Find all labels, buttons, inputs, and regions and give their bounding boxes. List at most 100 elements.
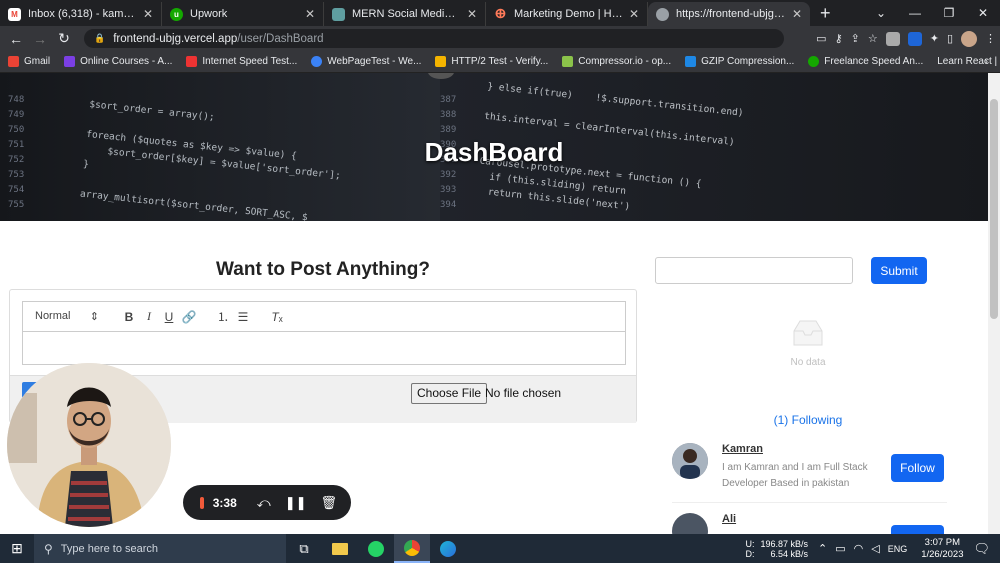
window-close-icon[interactable]: ✕ bbox=[966, 6, 1000, 20]
hero-banner: 748 749 750 751 752 753 754 755 $sort_order = a… bbox=[0, 73, 988, 221]
gmail-icon bbox=[8, 56, 19, 67]
minimize-icon[interactable]: — bbox=[898, 6, 932, 20]
bookmark-online-courses[interactable]: Online Courses - A... bbox=[64, 56, 172, 67]
tab-mern-app[interactable]: MERN Social Media App ✕ bbox=[324, 2, 486, 26]
bookmark-compressor[interactable]: Compressor.io - op... bbox=[562, 56, 671, 67]
tab-search-icon[interactable]: ⌄ bbox=[864, 6, 898, 20]
ordered-list-icon[interactable]: ⒈ bbox=[213, 308, 233, 325]
post-editor[interactable] bbox=[22, 332, 626, 365]
tab-dashboard[interactable]: https://frontend-ubjg.vercel.a ✕ bbox=[648, 2, 810, 26]
share-icon[interactable]: ⇪ bbox=[851, 32, 860, 45]
submit-button[interactable]: Submit bbox=[871, 257, 927, 284]
link-icon[interactable]: 🔗 bbox=[179, 310, 199, 324]
user-name[interactable]: Kamran bbox=[722, 443, 763, 455]
puzzle-icon[interactable]: ✦ bbox=[930, 32, 939, 45]
code-line-number: 749 bbox=[8, 110, 25, 120]
divider bbox=[672, 502, 947, 503]
bookmark-http2[interactable]: HTTP/2 Test - Verify... bbox=[435, 56, 548, 67]
close-icon[interactable]: ✕ bbox=[143, 7, 153, 21]
tab-upwork[interactable]: u Upwork ✕ bbox=[162, 2, 324, 26]
chevron-right-icon[interactable]: › bbox=[985, 56, 988, 67]
upwork-icon: u bbox=[170, 7, 183, 21]
facebook-ext-icon[interactable] bbox=[885, 31, 900, 46]
url-bar[interactable]: 🔒 frontend-ubjg.vercel.app/user/DashBoar… bbox=[84, 29, 784, 48]
tab-title: Marketing Demo | HubSpot bbox=[514, 8, 623, 20]
key-icon[interactable]: ⚷ bbox=[835, 32, 843, 45]
reload-icon[interactable]: ↻ bbox=[52, 30, 76, 47]
restore-icon[interactable]: ❐ bbox=[932, 6, 966, 20]
edge-icon[interactable] bbox=[430, 534, 466, 563]
search-input[interactable] bbox=[655, 257, 853, 284]
no-data-text: No data bbox=[790, 357, 826, 368]
wifi-icon[interactable]: ◠ bbox=[854, 542, 864, 555]
page-scrollbar[interactable] bbox=[988, 73, 1000, 534]
bookmark-freelance[interactable]: Freelance Speed An... bbox=[808, 56, 923, 67]
record-timer: 3:38 bbox=[212, 495, 237, 510]
tab-gmail[interactable]: M Inbox (6,318) - kamranaliz4! ✕ bbox=[0, 2, 162, 26]
close-icon[interactable]: ✕ bbox=[467, 7, 477, 21]
undo-icon[interactable]: ⤺ bbox=[257, 495, 271, 511]
following-count[interactable]: (1) Following bbox=[748, 413, 868, 427]
battery-icon[interactable]: ▭ bbox=[835, 542, 845, 555]
taskbar-search[interactable]: ⚲ Type here to search bbox=[34, 534, 286, 563]
underline-button[interactable]: U bbox=[159, 310, 179, 324]
blue-ext-icon[interactable] bbox=[907, 31, 922, 46]
avatar[interactable] bbox=[672, 513, 708, 534]
format-select-value: Normal bbox=[35, 310, 71, 322]
sidepanel-icon[interactable]: ▯ bbox=[947, 32, 953, 45]
tab-title: Upwork bbox=[190, 8, 228, 20]
gmail-icon: M bbox=[8, 7, 21, 21]
volume-icon[interactable]: ◁ bbox=[871, 542, 879, 555]
net-up-value: 196.87 kB/s bbox=[760, 538, 808, 549]
updown-icon: ⇕ bbox=[89, 311, 99, 323]
bookmark-gzip[interactable]: GZIP Compression... bbox=[685, 56, 794, 67]
windows-start-icon[interactable]: ⊞ bbox=[0, 540, 34, 557]
bookmark-speed-test[interactable]: Internet Speed Test... bbox=[186, 56, 297, 67]
close-icon[interactable]: ✕ bbox=[629, 7, 639, 21]
format-select[interactable]: Normal ⇕ bbox=[35, 310, 99, 323]
tab-title: MERN Social Media App bbox=[352, 8, 461, 20]
avatar[interactable] bbox=[672, 443, 708, 479]
stop-record-button[interactable] bbox=[200, 496, 204, 509]
scrollbar-thumb[interactable] bbox=[990, 99, 998, 319]
bold-button[interactable]: B bbox=[119, 310, 139, 324]
page-icon bbox=[332, 7, 345, 21]
file-explorer-icon[interactable] bbox=[322, 534, 358, 563]
choose-file-button[interactable]: Choose File bbox=[411, 383, 488, 404]
clear-format-icon[interactable]: Tₓ bbox=[267, 310, 287, 324]
close-icon[interactable]: ✕ bbox=[305, 7, 315, 21]
bullet-list-icon[interactable]: ☰ bbox=[233, 310, 253, 324]
follow-button[interactable] bbox=[891, 525, 944, 534]
clock[interactable]: 3:07 PM 1/26/2023 bbox=[921, 537, 963, 561]
new-tab-button[interactable]: + bbox=[810, 2, 841, 26]
bookmark-codecademy[interactable]: Learn React | Codec... bbox=[937, 56, 1000, 67]
browser-tab-strip: M Inbox (6,318) - kamranaliz4! ✕ u Upwor… bbox=[0, 0, 1000, 26]
bookmark-label: Compressor.io - op... bbox=[578, 56, 672, 67]
cast-icon[interactable]: ▭ bbox=[816, 32, 826, 45]
pause-icon[interactable]: ❚❚ bbox=[285, 495, 307, 511]
task-view-icon[interactable]: ⧉ bbox=[286, 534, 322, 563]
back-icon[interactable]: ← bbox=[4, 31, 28, 47]
whatsapp-icon[interactable] bbox=[358, 534, 394, 563]
notifications-icon[interactable]: 🗨 bbox=[973, 541, 990, 557]
chevron-up-icon[interactable]: ⌃ bbox=[818, 542, 827, 555]
user-name[interactable]: Ali bbox=[722, 513, 736, 525]
bookmark-label: Freelance Speed An... bbox=[824, 56, 924, 67]
system-tray: U: D: 196.87 kB/s 6.54 kB/s ⌃ ▭ ◠ ◁ ENG 3:… bbox=[745, 534, 1000, 563]
trash-icon[interactable]: 🗑 bbox=[320, 495, 337, 511]
chrome-icon[interactable] bbox=[394, 534, 430, 563]
tab-hubspot[interactable]: ⴲ Marketing Demo | HubSpot ✕ bbox=[486, 2, 648, 26]
star-icon[interactable]: ☆ bbox=[868, 32, 878, 45]
code-line-number: 387 bbox=[440, 95, 457, 105]
italic-button[interactable]: I bbox=[139, 309, 159, 324]
address-toolbar: ← → ↻ 🔒 frontend-ubjg.vercel.app/user/Da… bbox=[0, 26, 1000, 51]
profile-avatar[interactable] bbox=[961, 30, 977, 47]
bookmark-webpagetest[interactable]: WebPageTest - We... bbox=[311, 56, 421, 67]
close-icon[interactable]: ✕ bbox=[792, 7, 802, 21]
language-indicator[interactable]: ENG bbox=[888, 544, 908, 554]
user-bio: I am Kamran and I am Full Stack Develope… bbox=[722, 462, 868, 489]
forward-icon[interactable]: → bbox=[28, 31, 52, 47]
bookmark-gmail[interactable]: Gmail bbox=[8, 56, 50, 67]
menu-icon[interactable]: ⋮ bbox=[985, 32, 996, 45]
follow-button[interactable]: Follow bbox=[891, 454, 944, 482]
